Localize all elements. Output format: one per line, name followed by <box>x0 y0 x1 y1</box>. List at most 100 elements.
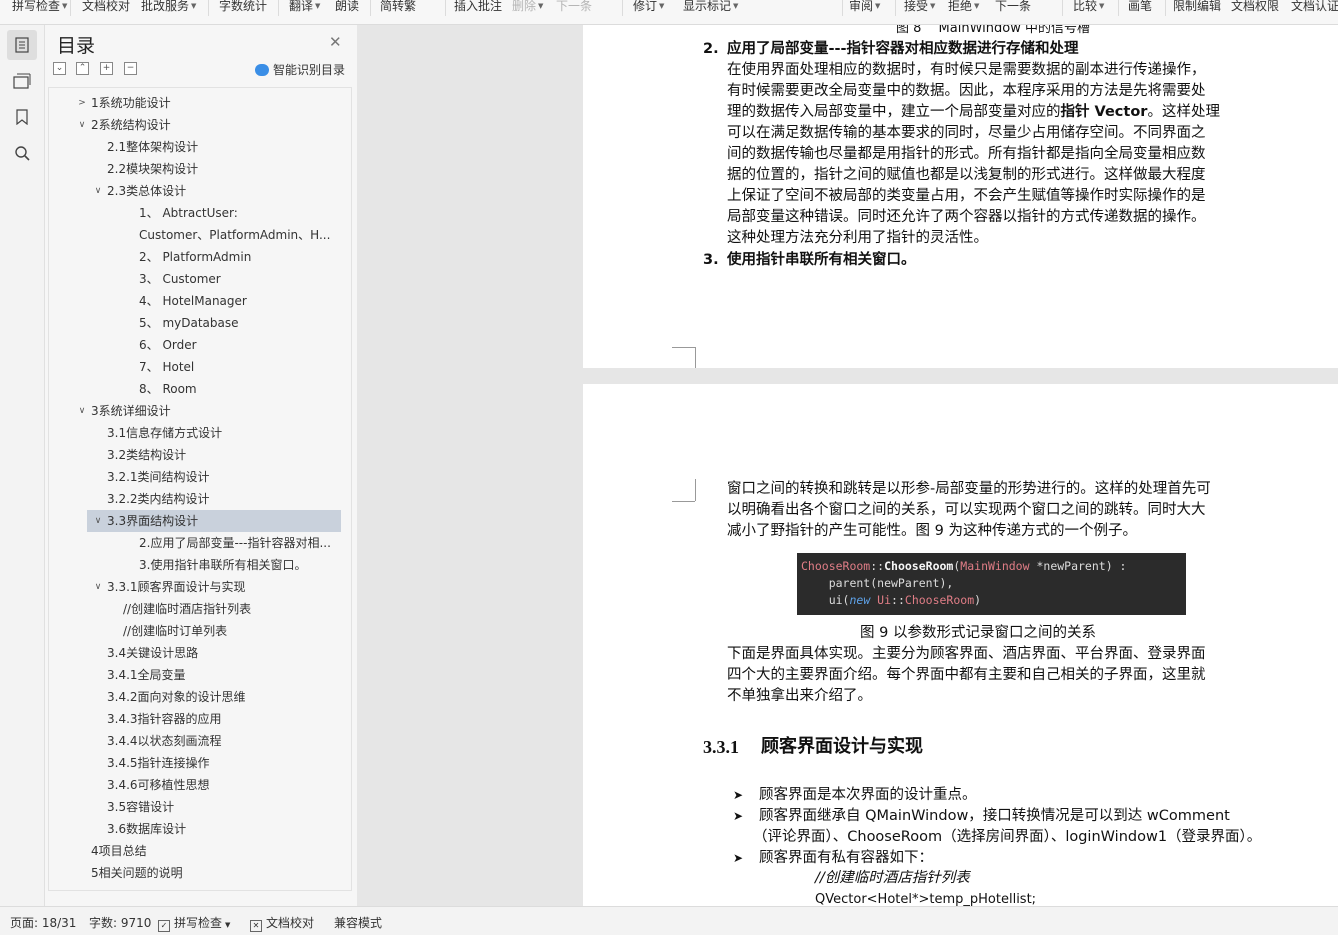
paragraph-line: 减小了野指针的产生可能性。图 9 为这种传递方式的一个例子。 <box>727 523 1137 539</box>
toc-item[interactable]: 3.4.5指针连接操作 <box>107 752 210 774</box>
chevron-down-icon[interactable]: ∨ <box>93 576 103 598</box>
toc-item[interactable]: 6、 Order <box>139 334 197 356</box>
toolbar-item[interactable]: 拼写检查 ▼ <box>12 0 67 16</box>
close-icon[interactable]: ✕ <box>329 33 342 51</box>
toc-item[interactable]: ∨ 3系统详细设计 <box>79 400 171 422</box>
toc-item[interactable]: ∨ 2系统结构设计 <box>79 114 171 136</box>
toc-item[interactable]: ∨ 2.3类总体设计 <box>95 180 186 202</box>
expand-all-icon[interactable]: ⌃ <box>76 62 89 75</box>
toc-item[interactable]: 3.4.4以状态刻画流程 <box>107 730 222 752</box>
toc-item[interactable]: 7、 Hotel <box>139 356 194 378</box>
toolbar-item[interactable]: 下一条 <box>556 0 592 16</box>
toolbar-item-label: 文档校对 <box>82 0 131 13</box>
toc-item[interactable]: 2、 PlatformAdmin <box>139 246 251 268</box>
toolbar-item[interactable]: 朗读 <box>335 0 359 16</box>
chevron-down-icon[interactable]: ∨ <box>77 114 87 136</box>
toc-item-label: 2系统结构设计 <box>91 118 171 132</box>
toc-item[interactable]: //创建临时订单列表 <box>123 620 227 642</box>
code-token: ChooseRoom <box>801 559 871 573</box>
toc-item[interactable]: 2.2模块架构设计 <box>107 158 198 180</box>
toc-item-label: 3.6数据库设计 <box>107 822 187 836</box>
toolbar-item[interactable]: 简转繁 <box>380 0 416 16</box>
toolbar-item[interactable]: 字数统计 <box>219 0 267 16</box>
toolbar-item[interactable]: 画笔 <box>1128 0 1152 16</box>
toc-item[interactable]: 3.5容错设计 <box>107 796 174 818</box>
toc-item[interactable]: 3.4.3指针容器的应用 <box>107 708 222 730</box>
toolbar-item[interactable]: 批改服务 ▼ <box>141 0 196 16</box>
toolbar-item[interactable]: 文档权限 <box>1231 0 1279 16</box>
toolbar-item[interactable]: 文档校对 <box>82 0 130 16</box>
toolbar-separator <box>370 0 371 16</box>
toc-item[interactable]: 1、 AbtractUser: <box>139 202 238 224</box>
toc-item-label: 6、 Order <box>139 338 197 352</box>
toolbar-item[interactable]: 修订 ▼ <box>633 0 664 16</box>
toc-item[interactable]: 3.2类结构设计 <box>107 444 186 466</box>
chevron-down-icon[interactable]: ∨ <box>93 180 103 202</box>
toc-item[interactable]: 8、 Room <box>139 378 197 400</box>
proofread-button[interactable]: ✕ 文档校对 <box>250 914 314 932</box>
word-count[interactable]: 字数: 9710 <box>89 914 151 931</box>
collapse-all-icon[interactable]: ⌄ <box>53 62 66 75</box>
chevron-down-icon[interactable]: ∨ <box>77 400 87 422</box>
toc-item[interactable]: 4、 HotelManager <box>139 290 247 312</box>
toolbar-item[interactable]: 下一条 <box>995 0 1031 16</box>
toc-item[interactable]: 3.1信息存储方式设计 <box>107 422 222 444</box>
smart-toc-button[interactable]: 智能识别目录 <box>255 61 345 78</box>
toc-item[interactable]: ∨ 3.3.1顾客界面设计与实现 <box>95 576 246 598</box>
toolbar-item-label: 画笔 <box>1128 0 1153 13</box>
page-indicator[interactable]: 页面: 18/31 <box>10 914 76 931</box>
chevron-down-icon: ▼ <box>538 2 544 10</box>
code-token: ChooseRoom <box>884 559 954 573</box>
toolbar-item[interactable]: 插入批注 <box>454 0 502 16</box>
code-token: ) <box>974 593 982 607</box>
chevron-down-icon[interactable]: ∨ <box>93 510 103 532</box>
toc-item[interactable]: 3.4关键设计思路 <box>107 642 198 664</box>
page-18: 图 8 MainWindow 中的信号槽 2. 应用了局部变量---指针容器对相… <box>583 25 1338 368</box>
toolbar-item[interactable]: 文档认证 <box>1291 0 1338 16</box>
toc-item[interactable]: >1系统功能设计 <box>78 92 170 114</box>
toc-item[interactable]: ∨ 3.3界面结构设计 <box>95 510 198 532</box>
toc-item[interactable]: 3、 Customer <box>139 268 221 290</box>
chapter-nav-icon[interactable] <box>7 66 37 96</box>
toc-item[interactable]: 3.4.2面向对象的设计思维 <box>107 686 246 708</box>
code-comment: //创建临时酒店指针列表 <box>815 870 970 886</box>
toc-item[interactable]: 2.1整体架构设计 <box>107 136 198 158</box>
remove-heading-icon[interactable]: − <box>124 62 137 75</box>
toolbar-item[interactable]: 显示标记 ▼ <box>683 0 738 16</box>
toc-item[interactable]: 3.2.2类内结构设计 <box>107 488 210 510</box>
document-area: 图 8 MainWindow 中的信号槽 2. 应用了局部变量---指针容器对相… <box>583 25 1338 906</box>
toolbar-item[interactable]: 审阅 ▼ <box>849 0 880 16</box>
toolbar-item[interactable]: 删除 ▼ <box>512 0 543 16</box>
toc-item[interactable]: 3.使用指针串联所有相关窗口。 <box>139 554 306 576</box>
toc-item[interactable]: //创建临时酒店指针列表 <box>123 598 251 620</box>
toc-item[interactable]: 3.6数据库设计 <box>107 818 186 840</box>
toc-icon[interactable] <box>7 30 37 60</box>
toolbar-item[interactable]: 拒绝 ▼ <box>948 0 979 16</box>
toolbar-item-label: 批改服务 <box>141 0 190 13</box>
toc-item[interactable]: 5、 myDatabase <box>139 312 239 334</box>
spell-check-button[interactable]: ✓ 拼写检查 ▼ <box>158 914 230 932</box>
toc-item-label: 3.4.3指针容器的应用 <box>107 712 222 726</box>
add-heading-icon[interactable]: + <box>100 62 113 75</box>
toolbar-item[interactable]: 比较 ▼ <box>1073 0 1104 16</box>
chevron-right-icon[interactable]: > <box>77 92 87 114</box>
paragraph-line: 这种处理方法充分利用了指针的灵活性。 <box>727 230 988 246</box>
bullet-icon: ➤ <box>733 809 744 823</box>
toolbar-item[interactable]: 接受 ▼ <box>904 0 935 16</box>
toolbar-item[interactable]: 限制编辑 <box>1173 0 1221 16</box>
toc-scrollbar[interactable] <box>349 88 356 818</box>
toc-item[interactable]: 3.4.6可移植性思想 <box>107 774 210 796</box>
toc-item[interactable]: Customer、PlatformAdmin、H... <box>139 224 330 246</box>
toc-item[interactable]: 4项目总结 <box>91 840 147 862</box>
bookmark-icon[interactable] <box>7 102 37 132</box>
smart-toc-icon <box>255 63 269 76</box>
toc-item-label: 4、 HotelManager <box>139 294 247 308</box>
toc-item[interactable]: 3.2.1类间结构设计 <box>107 466 210 488</box>
toc-item[interactable]: 3.4.1全局变量 <box>107 664 186 686</box>
toc-item-label: 3.2.2类内结构设计 <box>107 492 210 506</box>
toc-item[interactable]: 2.应用了局部变量---指针容器对相... <box>139 532 331 554</box>
toolbar-item[interactable]: 翻译 ▼ <box>289 0 320 16</box>
search-icon[interactable] <box>7 138 37 168</box>
section-heading: 顾客界面设计与实现 <box>761 736 923 757</box>
toc-item[interactable]: 5相关问题的说明 <box>91 862 183 884</box>
